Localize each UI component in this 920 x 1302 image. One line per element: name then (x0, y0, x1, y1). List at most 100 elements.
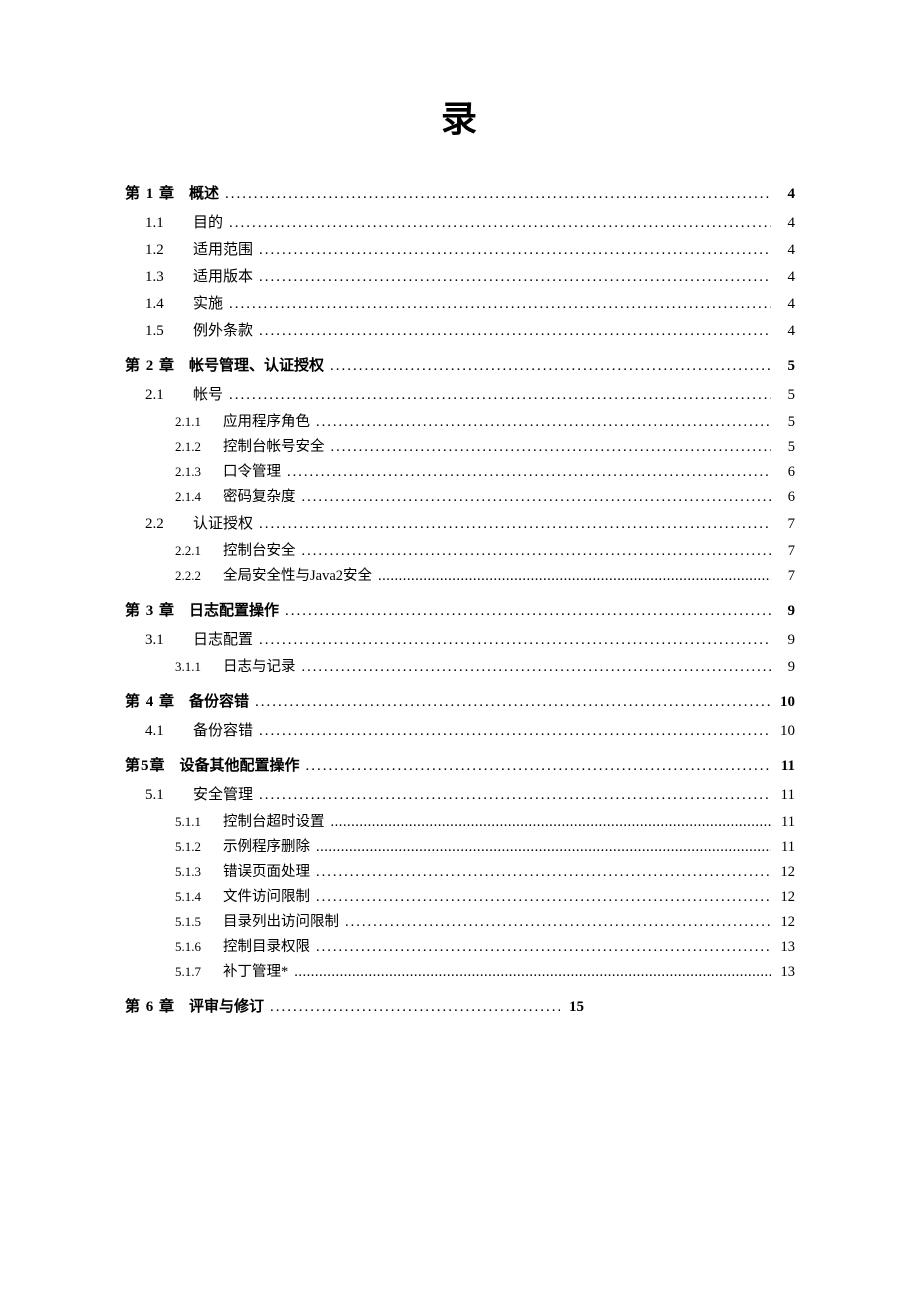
toc-title: 认证授权 (193, 512, 259, 533)
toc-number: 2.2 (145, 516, 193, 533)
toc-leader-dots (270, 999, 560, 1016)
toc-title: 日志配置操作 (189, 599, 285, 620)
table-of-contents: 第 1 章概述41.1目的41.2适用范围41.3适用版本41.4实施41.5例… (125, 182, 795, 1016)
toc-title: 目录列出访问限制 (223, 910, 345, 931)
toc-leader-dots (285, 603, 771, 620)
toc-leader-dots (259, 787, 771, 804)
toc-number: 1.4 (145, 296, 193, 313)
toc-page-number: 9 (771, 659, 795, 676)
toc-leader-dots (331, 814, 772, 831)
toc-number: 2.1.3 (175, 464, 223, 480)
toc-number: 1.1 (145, 215, 193, 232)
toc-page-number: 12 (771, 914, 795, 931)
toc-leader-dots (316, 414, 771, 431)
toc-leader-dots (330, 358, 771, 375)
toc-title: 备份容错 (193, 719, 259, 740)
toc-leader-dots (225, 186, 771, 203)
toc-title: 口令管理 (223, 460, 287, 481)
toc-leader-dots (306, 758, 771, 775)
toc-title: 全局安全性与Java2安全 (223, 564, 378, 585)
toc-entry: 1.4实施4 (125, 292, 795, 313)
document-title: 录 (125, 90, 795, 142)
toc-number: 3.1 (145, 632, 193, 649)
toc-entry: 4.1备份容错10 (125, 719, 795, 740)
toc-leader-dots (259, 242, 771, 259)
toc-leader-dots (229, 387, 771, 404)
toc-entry: 5.1.7补丁管理*13 (125, 960, 795, 981)
toc-title: 概述 (189, 182, 225, 203)
toc-number: 第 6 章 (125, 995, 189, 1016)
toc-leader-dots (294, 964, 771, 981)
toc-title: 帐号管理、认证授权 (189, 354, 330, 375)
toc-leader-dots (316, 939, 771, 956)
toc-entry: 2.1.1应用程序角色5 (125, 410, 795, 431)
toc-title: 补丁管理* (223, 960, 294, 981)
toc-entry: 1.5例外条款4 (125, 319, 795, 340)
toc-page-number: 13 (771, 939, 795, 956)
toc-title: 控制台帐号安全 (223, 435, 331, 456)
toc-title: 控制台超时设置 (223, 810, 331, 831)
toc-entry: 2.1帐号5 (125, 383, 795, 404)
toc-title: 控制台安全 (223, 539, 302, 560)
toc-entry: 5.1.2示例程序删除11 (125, 835, 795, 856)
toc-page-number: 15 (560, 999, 584, 1016)
toc-entry: 第 1 章概述4 (125, 182, 795, 203)
toc-title: 评审与修订 (189, 995, 270, 1016)
toc-number: 2.1.2 (175, 439, 223, 455)
toc-number: 5.1.6 (175, 939, 223, 955)
toc-number: 1.5 (145, 323, 193, 340)
toc-title: 实施 (193, 292, 229, 313)
toc-number: 2.2.2 (175, 568, 223, 584)
toc-number: 2.2.1 (175, 543, 223, 559)
toc-number: 5.1.2 (175, 839, 223, 855)
toc-entry: 5.1.5目录列出访问限制 12 (125, 910, 795, 931)
toc-page-number: 11 (771, 814, 795, 831)
toc-title: 密码复杂度 (223, 485, 302, 506)
toc-number: 5.1.3 (175, 864, 223, 880)
toc-page-number: 7 (771, 516, 795, 533)
toc-number: 2.1.1 (175, 414, 223, 430)
toc-title: 控制目录权限 (223, 935, 316, 956)
toc-number: 第 3 章 (125, 599, 189, 620)
toc-entry: 1.1目的4 (125, 211, 795, 232)
toc-leader-dots (316, 839, 771, 856)
toc-page-number: 9 (771, 603, 795, 620)
toc-number: 第 2 章 (125, 354, 189, 375)
toc-entry: 5.1.1控制台超时设置11 (125, 810, 795, 831)
toc-entry: 2.1.2控制台帐号安全5 (125, 435, 795, 456)
toc-entry: 1.2适用范围4 (125, 238, 795, 259)
toc-leader-dots (345, 914, 771, 931)
toc-number: 5.1.4 (175, 889, 223, 905)
toc-page-number: 4 (771, 269, 795, 286)
toc-page-number: 12 (771, 889, 795, 906)
toc-number: 第 4 章 (125, 690, 189, 711)
toc-page-number: 10 (771, 694, 795, 711)
toc-number: 5.1 (145, 787, 193, 804)
toc-page-number: 5 (771, 358, 795, 375)
toc-leader-dots (259, 632, 771, 649)
toc-page-number: 4 (771, 215, 795, 232)
toc-entry: 2.2.2全局安全性与Java2安全7 (125, 564, 795, 585)
toc-title: 帐号 (193, 383, 229, 404)
toc-entry: 5.1安全管理11 (125, 783, 795, 804)
toc-leader-dots (259, 269, 771, 286)
toc-leader-dots (316, 889, 771, 906)
toc-number: 1.3 (145, 269, 193, 286)
toc-page-number: 7 (771, 543, 795, 560)
toc-entry: 2.1.4密码复杂度6 (125, 485, 795, 506)
toc-leader-dots (259, 723, 771, 740)
toc-leader-dots (287, 464, 771, 481)
toc-number: 1.2 (145, 242, 193, 259)
toc-entry: 第 4 章备份容错10 (125, 690, 795, 711)
toc-page-number: 5 (771, 414, 795, 431)
toc-number: 5.1.5 (175, 914, 223, 930)
toc-leader-dots (259, 323, 771, 340)
toc-leader-dots (331, 439, 772, 456)
toc-entry: 2.2认证授权 7 (125, 512, 795, 533)
toc-entry: 3.1日志配置9 (125, 628, 795, 649)
toc-leader-dots (378, 568, 771, 585)
toc-page-number: 12 (771, 864, 795, 881)
toc-number: 2.1.4 (175, 489, 223, 505)
toc-number: 第 1 章 (125, 182, 189, 203)
toc-leader-dots (302, 489, 772, 506)
